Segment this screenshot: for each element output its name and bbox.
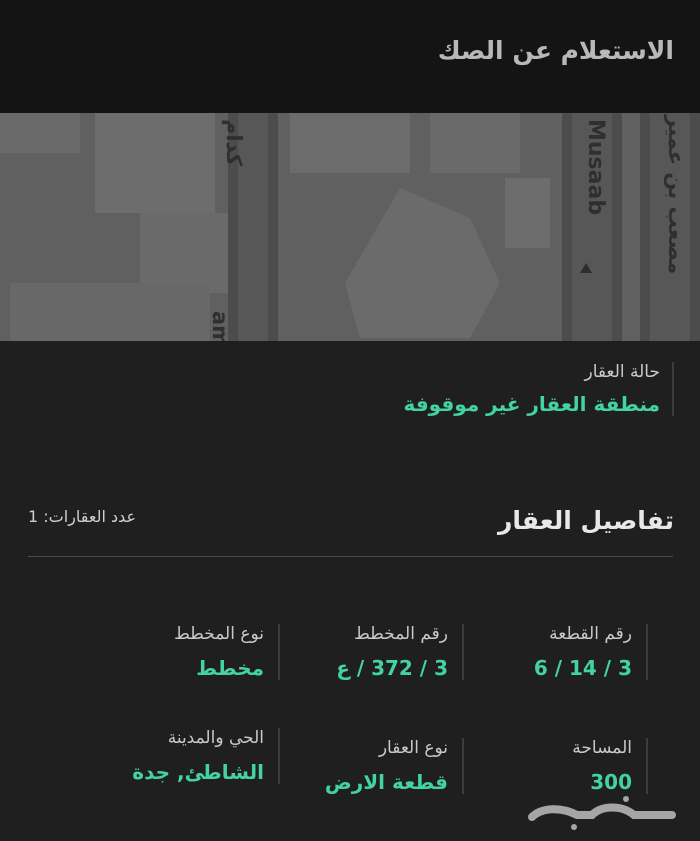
status-value: منطقة العقار غير موقوفة	[403, 392, 660, 416]
field-scheme-type: نوع المخطط مخطط	[174, 624, 280, 680]
field-label: الحي والمدينة	[167, 728, 264, 748]
field-scheme-number: رقم المخطط 3 / 372 / ع	[336, 624, 464, 680]
field-value: 3 / 14 / 6	[533, 656, 632, 680]
field-label: نوع المخطط	[174, 624, 264, 644]
field-value: 3 / 372 / ع	[336, 656, 448, 680]
field-value: 300	[590, 770, 632, 794]
field-value: الشاطئ, جدة	[132, 760, 264, 784]
property-status: حالة العقار منطقة العقار غير موقوفة	[403, 362, 674, 416]
street-label-4: مصعب بن عمير	[664, 115, 688, 275]
field-label: رقم المخطط	[354, 624, 448, 644]
field-value: قطعة الارض	[324, 770, 448, 794]
field-district-city: الحي والمدينة الشاطئ, جدة	[132, 728, 280, 784]
street-label-2: am	[208, 311, 232, 341]
field-label: المساحة	[572, 738, 632, 758]
street-label-1: كدام	[222, 119, 246, 166]
details-title: تفاصيل العقار	[498, 506, 674, 535]
map-view[interactable]: كدام am Musaab مصعب بن عمير	[0, 113, 700, 341]
field-property-type: نوع العقار قطعة الارض	[325, 738, 464, 794]
haraj-watermark-logo	[522, 793, 682, 833]
field-area: المساحة 300	[572, 738, 648, 794]
street-label-3: Musaab	[583, 119, 608, 216]
divider	[28, 556, 673, 557]
field-plot-number: رقم القطعة 3 / 14 / 6	[534, 624, 648, 680]
property-count: عدد العقارات: 1	[28, 507, 137, 526]
field-label: نوع العقار	[378, 738, 448, 758]
field-label: رقم القطعة	[549, 624, 632, 644]
status-label: حالة العقار	[584, 362, 660, 382]
app-header: الاستعلام عن الصك	[0, 0, 700, 113]
watermark-logo-graphic	[528, 796, 676, 830]
page-title: الاستعلام عن الصك	[437, 36, 674, 65]
field-value: مخطط	[196, 656, 264, 680]
